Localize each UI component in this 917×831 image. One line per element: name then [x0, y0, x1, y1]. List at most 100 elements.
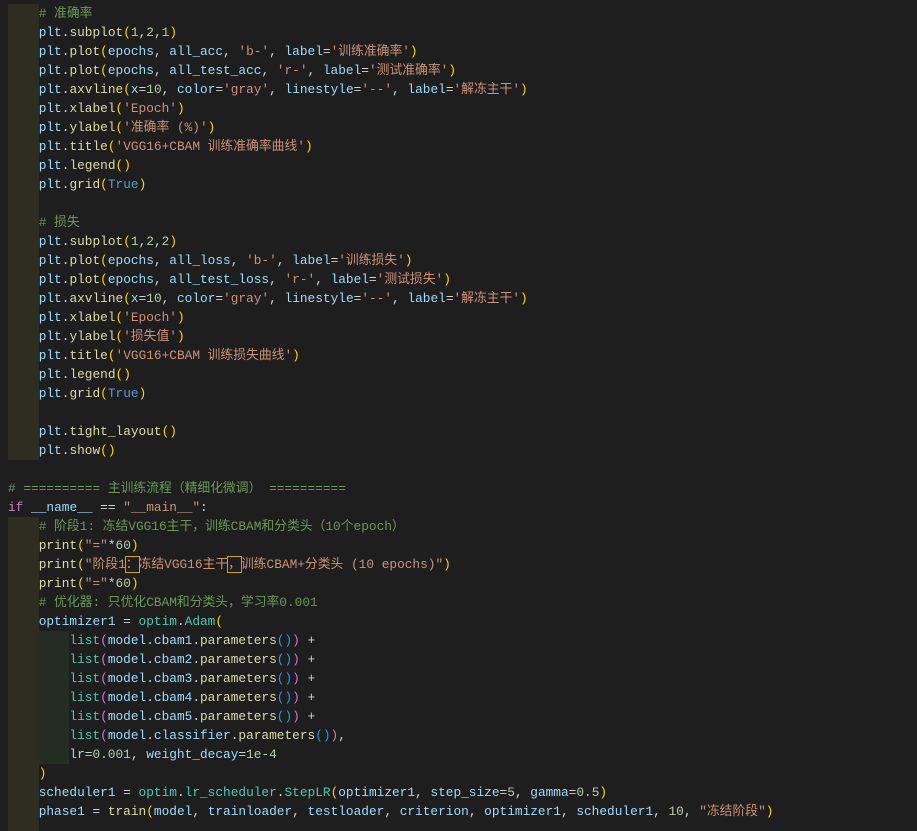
- code-token-func: title: [69, 348, 108, 363]
- code-line[interactable]: list(model.cbam1.parameters()) +: [8, 631, 917, 650]
- indent-guide: [8, 555, 39, 574]
- code-token-br1: (: [100, 272, 108, 287]
- code-token-punct: =: [215, 291, 224, 306]
- code-token-br1: ): [169, 234, 178, 249]
- indent-guide: [8, 4, 39, 23]
- code-token-func: plot: [69, 63, 101, 78]
- code-token-var: label: [407, 291, 446, 306]
- code-token-punct: .: [192, 633, 200, 648]
- code-token-br2: ): [292, 690, 300, 705]
- code-line[interactable]: plt.grid(True): [8, 384, 917, 403]
- code-line[interactable]: list(model.classifier.parameters()),: [8, 726, 917, 745]
- code-token-br1: (: [100, 177, 108, 192]
- indent-guide: [8, 99, 39, 118]
- code-line[interactable]: [8, 194, 917, 213]
- indent-guide: [8, 821, 39, 831]
- code-line[interactable]: plt.show(): [8, 441, 917, 460]
- code-token-punct: +: [299, 690, 316, 705]
- indent-guide: [8, 707, 39, 726]
- code-line[interactable]: [8, 460, 917, 479]
- code-token-str: '解冻主干': [453, 291, 521, 306]
- code-line[interactable]: plt.title('VGG16+CBAM 训练准确率曲线'): [8, 137, 917, 156]
- code-token-var: gamma: [530, 785, 569, 800]
- code-line[interactable]: # 准确率: [8, 4, 917, 23]
- code-token-punct: ,: [269, 291, 285, 306]
- code-line[interactable]: [8, 403, 917, 422]
- code-line[interactable]: list(model.cbam4.parameters()) +: [8, 688, 917, 707]
- code-line[interactable]: plt.plot(epochs, all_loss, 'b-', label='…: [8, 251, 917, 270]
- code-token-punct: ,: [276, 253, 293, 268]
- code-token-func: plot: [69, 253, 101, 268]
- code-line[interactable]: lr=0.001, weight_decay=1e-4: [8, 745, 917, 764]
- code-line[interactable]: print("阶段1：冻结VGG16主干，训练CBAM+分类头 (10 epoc…: [8, 555, 917, 574]
- code-line[interactable]: # ========== 主训练流程（精细化微调） ==========: [8, 479, 917, 498]
- code-line[interactable]: [8, 821, 917, 831]
- code-token-func: ylabel: [69, 329, 116, 344]
- code-token-var: plt: [38, 367, 62, 382]
- code-token-type: list: [69, 671, 101, 686]
- code-token-punct: ,: [130, 747, 147, 762]
- code-line[interactable]: plt.ylabel('损失值'): [8, 327, 917, 346]
- indent-guide: [8, 308, 39, 327]
- code-token-func: xlabel: [69, 101, 116, 116]
- code-line[interactable]: ): [8, 764, 917, 783]
- code-line[interactable]: list(model.cbam3.parameters()) +: [8, 669, 917, 688]
- code-editor[interactable]: # 准确率 plt.subplot(1,2,1) plt.plot(epochs, …: [8, 4, 917, 831]
- code-token-br1: ): [409, 44, 418, 59]
- code-token-comment: # 准确率: [38, 6, 93, 21]
- code-line[interactable]: plt.subplot(1,2,1): [8, 23, 917, 42]
- code-token-br2: (: [100, 652, 108, 667]
- code-line[interactable]: optimizer1 = optim.Adam(: [8, 612, 917, 631]
- code-line[interactable]: list(model.cbam5.parameters()) +: [8, 707, 917, 726]
- code-token-var: all_acc: [169, 44, 224, 59]
- indent-guide: [8, 688, 39, 707]
- code-line[interactable]: print("="*60): [8, 574, 917, 593]
- code-token-str: 'b-': [246, 253, 277, 268]
- code-token-br2: ): [292, 709, 300, 724]
- code-token-func: axvline: [69, 291, 124, 306]
- code-token-type: list: [69, 728, 101, 743]
- code-line[interactable]: plt.xlabel('Epoch'): [8, 308, 917, 327]
- code-token-punct: ,: [192, 804, 208, 819]
- code-token-str: 'r-': [276, 63, 308, 78]
- code-line[interactable]: phase1 = train(model, trainloader, testl…: [8, 802, 917, 821]
- indent-guide: [38, 745, 70, 764]
- code-line[interactable]: plt.plot(epochs, all_test_acc, 'r-', lab…: [8, 61, 917, 80]
- code-line[interactable]: plt.ylabel('准确率 (%)'): [8, 118, 917, 137]
- code-token-type: list: [69, 690, 101, 705]
- code-token-type: list: [69, 709, 101, 724]
- code-line[interactable]: plt.legend(): [8, 365, 917, 384]
- code-token-br1: ): [176, 329, 185, 344]
- code-line[interactable]: plt.title('VGG16+CBAM 训练损失曲线'): [8, 346, 917, 365]
- code-token-var: cbam1: [153, 633, 193, 648]
- code-line[interactable]: plt.axvline(x=10, color='gray', linestyl…: [8, 289, 917, 308]
- code-token-punct: [23, 500, 31, 515]
- code-token-br1: (: [123, 291, 131, 306]
- indent-guide: [8, 118, 39, 137]
- code-token-punct: ,: [468, 804, 485, 819]
- code-line[interactable]: list(model.cbam2.parameters()) +: [8, 650, 917, 669]
- code-token-var: cbam2: [153, 652, 193, 667]
- code-token-punct: ,: [153, 234, 162, 249]
- code-line[interactable]: # 优化器: 只优化CBAM和分类头，学习率0.001: [8, 593, 917, 612]
- code-line[interactable]: plt.legend(): [8, 156, 917, 175]
- code-token-var: plt: [38, 253, 62, 268]
- code-token-var: plt: [38, 348, 62, 363]
- code-line[interactable]: if __name__ == "__main__":: [8, 498, 917, 517]
- code-token-str: "=": [84, 538, 108, 553]
- code-line[interactable]: # 损失: [8, 213, 917, 232]
- code-token-func: parameters: [200, 709, 277, 724]
- code-token-var: plt: [38, 82, 62, 97]
- code-line[interactable]: plt.grid(True): [8, 175, 917, 194]
- code-line[interactable]: plt.subplot(1,2,2): [8, 232, 917, 251]
- code-line[interactable]: plt.xlabel('Epoch'): [8, 99, 917, 118]
- code-line[interactable]: plt.plot(epochs, all_test_loss, 'r-', la…: [8, 270, 917, 289]
- code-line[interactable]: plt.axvline(x=10, color='gray', linestyl…: [8, 80, 917, 99]
- code-line[interactable]: plt.tight_layout(): [8, 422, 917, 441]
- code-line[interactable]: print("="*60): [8, 536, 917, 555]
- code-token-str: '测试损失': [376, 272, 444, 287]
- code-line[interactable]: scheduler1 = optim.lr_scheduler.StepLR(o…: [8, 783, 917, 802]
- indent-guide: [8, 802, 39, 821]
- code-line[interactable]: plt.plot(epochs, all_acc, 'b-', label='训…: [8, 42, 917, 61]
- code-line[interactable]: # 阶段1: 冻结VGG16主干，训练CBAM和分类头（10个epoch）: [8, 517, 917, 536]
